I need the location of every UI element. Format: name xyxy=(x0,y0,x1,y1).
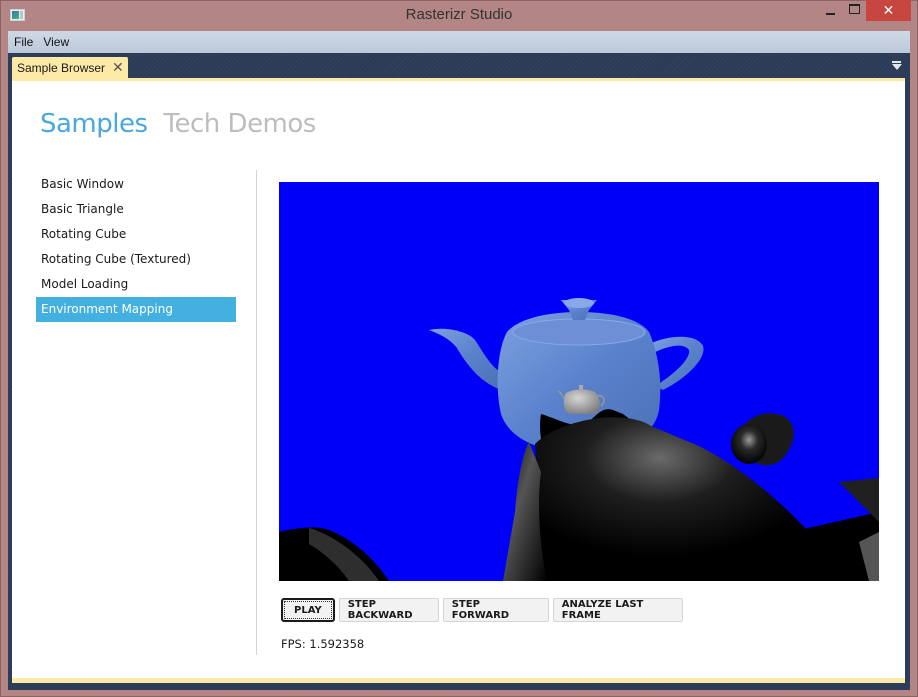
sample-item-environment-mapping[interactable]: Environment Mapping xyxy=(36,297,236,322)
window-title: Rasterizr Studio xyxy=(405,6,513,23)
sample-item-basic-window[interactable]: Basic Window xyxy=(36,172,236,197)
close-button[interactable]: ✕ xyxy=(866,0,911,21)
tab-label: Sample Browser xyxy=(17,61,106,75)
menu-bar: File View xyxy=(8,31,910,53)
header-tab-samples[interactable]: Samples xyxy=(40,109,148,139)
black-teapot xyxy=(503,409,879,581)
render-viewport[interactable] xyxy=(279,182,879,581)
sample-item-basic-triangle[interactable]: Basic Triangle xyxy=(36,197,236,222)
playback-controls: PLAY STEP BACKWARD STEP FORWARD ANALYZE … xyxy=(281,598,683,622)
header-tab-tech-demos[interactable]: Tech Demos xyxy=(164,109,317,139)
client-area: File View Sample Browser ✕ Samples Tech … xyxy=(8,31,910,690)
tab-overflow-menu-icon[interactable] xyxy=(891,60,903,72)
sample-item-model-loading[interactable]: Model Loading xyxy=(36,272,236,297)
rendered-scene xyxy=(279,298,879,581)
tab-close-icon[interactable]: ✕ xyxy=(112,61,124,75)
sample-item-rotating-cube[interactable]: Rotating Cube xyxy=(36,222,236,247)
play-button[interactable]: PLAY xyxy=(281,598,335,622)
step-backward-button[interactable]: STEP BACKWARD xyxy=(338,598,439,622)
sample-browser-panel: Samples Tech Demos Basic Window Basic Tr… xyxy=(12,81,905,678)
menu-file[interactable]: File xyxy=(8,35,38,49)
step-forward-button[interactable]: STEP FORWARD xyxy=(442,598,549,622)
menu-view[interactable]: View xyxy=(38,35,74,49)
maximize-icon xyxy=(848,3,860,14)
sample-list: Basic Window Basic Triangle Rotating Cub… xyxy=(36,172,236,322)
analyze-last-frame-button[interactable]: ANALYZE LAST FRAME xyxy=(552,598,683,622)
sample-item-rotating-cube-textured[interactable]: Rotating Cube (Textured) xyxy=(36,247,236,272)
vertical-divider xyxy=(256,170,257,655)
application-window: Rasterizr Studio ✕ File View Sample Brow… xyxy=(0,0,918,697)
fps-readout: FPS: 1.592358 xyxy=(281,637,365,651)
title-bar[interactable]: Rasterizr Studio ✕ xyxy=(0,0,918,31)
header-tabs: Samples Tech Demos xyxy=(40,109,316,139)
minimize-icon xyxy=(825,12,835,15)
minimize-button[interactable] xyxy=(818,0,842,21)
close-icon: ✕ xyxy=(882,2,895,19)
panel-bottom-strip xyxy=(12,678,905,683)
tab-sample-browser[interactable]: Sample Browser ✕ xyxy=(12,57,128,79)
maximize-button[interactable] xyxy=(842,0,866,21)
lower-left-shape xyxy=(279,527,389,581)
